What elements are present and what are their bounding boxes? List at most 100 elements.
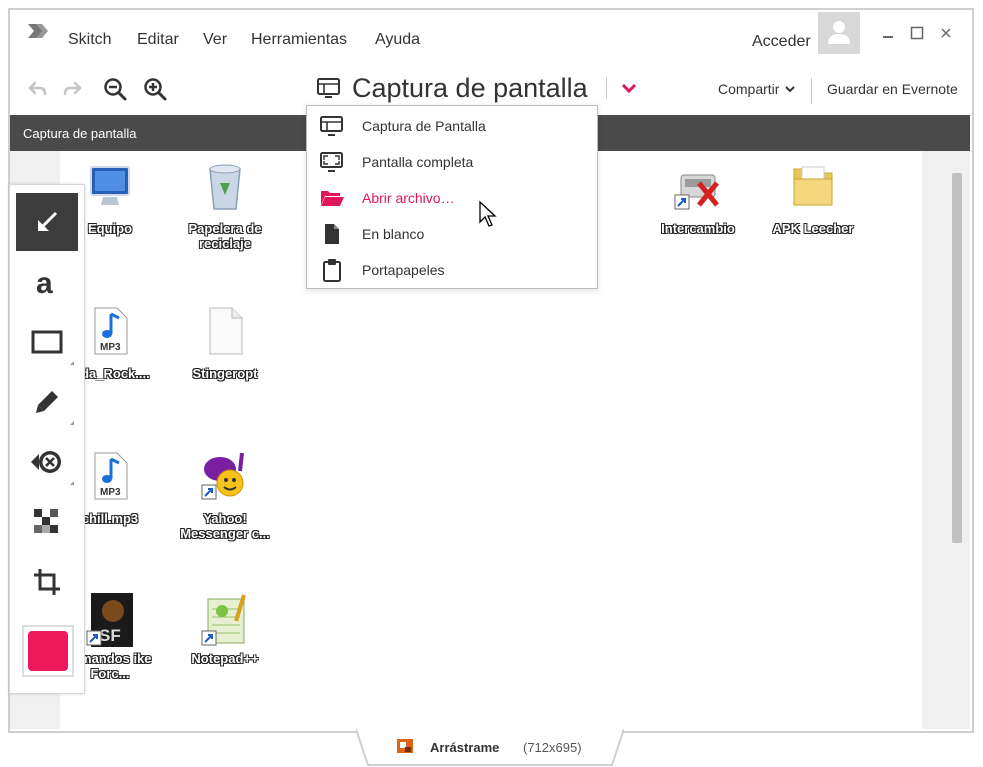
computer-icon: [85, 161, 135, 211]
desktop-icon: Intercambio: [648, 161, 748, 236]
image-size-label: (712x695): [523, 740, 582, 755]
rectangle-tool[interactable]: [16, 313, 78, 371]
desktop-icon-label: Yahoo! Messenger c...: [180, 511, 270, 541]
submenu-indicator: [70, 481, 74, 485]
drag-image-icon: [397, 739, 413, 753]
fullscreen-icon: [320, 152, 343, 172]
menu-item-fullscreen[interactable]: Pantalla completa: [307, 144, 597, 180]
desktop-icon-label: APK Leecher: [772, 221, 854, 236]
recycle-bin-icon: [200, 161, 250, 211]
arrow-tool[interactable]: [16, 193, 78, 251]
menu-editar[interactable]: Editar: [137, 31, 179, 49]
maximize-button[interactable]: [908, 24, 926, 42]
mp3-file-icon: MP3: [85, 306, 135, 356]
signin-link[interactable]: Acceder: [752, 33, 811, 51]
scrollbar-thumb[interactable]: [952, 173, 962, 543]
chevron-down-icon: [785, 86, 796, 93]
desktop-icon: Stingeropt: [175, 306, 275, 381]
submenu-indicator: [70, 361, 74, 365]
menu-ayuda[interactable]: Ayuda: [375, 31, 420, 49]
blank-file-icon: [200, 306, 250, 356]
pixelate-tool[interactable]: [16, 493, 78, 551]
svg-text:SF: SF: [99, 626, 121, 645]
user-icon: [828, 21, 850, 44]
menu-item-clipboard[interactable]: Portapapeles: [307, 252, 597, 288]
desktop-icon-label: Stingeropt: [192, 366, 258, 381]
menu-herramientas[interactable]: Herramientas: [251, 31, 347, 49]
text-a-icon: a: [36, 267, 53, 297]
undo-icon[interactable]: [24, 76, 50, 102]
redo-icon[interactable]: [60, 76, 86, 102]
desktop-icon: Yahoo! Messenger c...: [175, 451, 275, 541]
screen-capture-icon: [317, 78, 340, 98]
svg-text:a: a: [36, 267, 53, 297]
capture-title-button[interactable]: Captura de pantalla: [316, 70, 639, 106]
minimize-button[interactable]: [879, 24, 897, 42]
text-tool[interactable]: a: [16, 253, 78, 311]
drag-label: Arrástrame: [430, 740, 500, 755]
screen-capture-icon: [320, 116, 343, 136]
zoom-out-icon[interactable]: [102, 76, 128, 102]
pixelate-icon: [34, 509, 58, 533]
page-title: Captura de pantalla: [352, 72, 588, 103]
capture-dropdown-menu: Captura de Pantalla Pantalla completa Ab…: [306, 105, 598, 289]
mp3-file-icon: MP3: [85, 451, 135, 501]
notepad-plus-icon: [200, 591, 250, 646]
clipboard-icon: [323, 259, 341, 282]
color-picker[interactable]: [22, 625, 74, 677]
menu-item-screen-capture[interactable]: Captura de Pantalla: [307, 108, 597, 144]
desktop-icon-label: Papelera de reciclaje: [188, 221, 262, 251]
menu-item-label: Abrir archivo…: [362, 190, 455, 206]
desktop-icon: Papelera de reciclaje: [175, 161, 275, 251]
share-button[interactable]: Compartir: [718, 81, 796, 97]
marker-icon: [36, 391, 58, 413]
yahoo-messenger-icon: [200, 451, 250, 501]
vertical-scrollbar[interactable]: [922, 151, 970, 729]
menu-item-label: Captura de Pantalla: [362, 118, 486, 134]
menu-item-open-file[interactable]: Abrir archivo…: [307, 180, 597, 216]
menu-item-blank[interactable]: En blanco: [307, 216, 597, 252]
share-label: Compartir: [718, 81, 780, 97]
arrow-icon: [38, 211, 58, 231]
desktop-icon-label: Intercambio: [661, 221, 735, 236]
crop-tool[interactable]: [16, 553, 78, 611]
avatar[interactable]: [818, 12, 860, 54]
tool-palette: a: [9, 184, 85, 694]
desktop-icon-label: Notepad++: [191, 651, 259, 666]
title-divider: [605, 77, 607, 99]
close-button[interactable]: [937, 24, 955, 42]
rectangle-icon: [31, 330, 63, 354]
desktop-icon: Notepad++: [175, 591, 275, 666]
folder-open-icon: [321, 191, 344, 206]
menu-item-label: En blanco: [362, 226, 425, 242]
maximize-icon: [910, 26, 924, 40]
menu-item-label: Pantalla completa: [362, 154, 474, 170]
skitch-window: Skitch Editar Ver Herramientas Ayuda Acc…: [0, 0, 983, 767]
svg-text:MP3: MP3: [100, 487, 121, 498]
folder-icon: [788, 161, 838, 211]
stamp-tool[interactable]: [16, 433, 78, 491]
save-evernote-button[interactable]: Guardar en Evernote: [827, 81, 958, 97]
minimize-icon: [883, 36, 893, 38]
submenu-indicator: [70, 421, 74, 425]
close-icon: [941, 28, 951, 38]
current-color-swatch: [28, 631, 68, 671]
mouse-cursor-icon: [479, 200, 497, 227]
blank-document-icon: [325, 224, 339, 244]
toolbar-divider: [811, 78, 812, 104]
capture-tab-label: Captura de pantalla: [23, 126, 137, 141]
svg-text:MP3: MP3: [100, 342, 121, 353]
skitch-logo-icon: [28, 24, 48, 38]
network-shortcut-icon: [673, 161, 723, 211]
desktop-icon: APK Leecher: [763, 161, 863, 236]
crop-icon: [34, 569, 60, 595]
menu-skitch[interactable]: Skitch: [68, 31, 112, 49]
marker-tool[interactable]: [16, 373, 78, 431]
game-shortcut-icon: SF: [85, 591, 135, 647]
menu-bar: Skitch Editar Ver Herramientas Ayuda Acc…: [10, 10, 972, 58]
menu-item-label: Portapapeles: [362, 262, 445, 278]
zoom-in-icon[interactable]: [142, 76, 168, 102]
stamp-icon: [31, 451, 61, 473]
chevron-down-icon[interactable]: [619, 78, 639, 98]
menu-ver[interactable]: Ver: [203, 31, 227, 49]
